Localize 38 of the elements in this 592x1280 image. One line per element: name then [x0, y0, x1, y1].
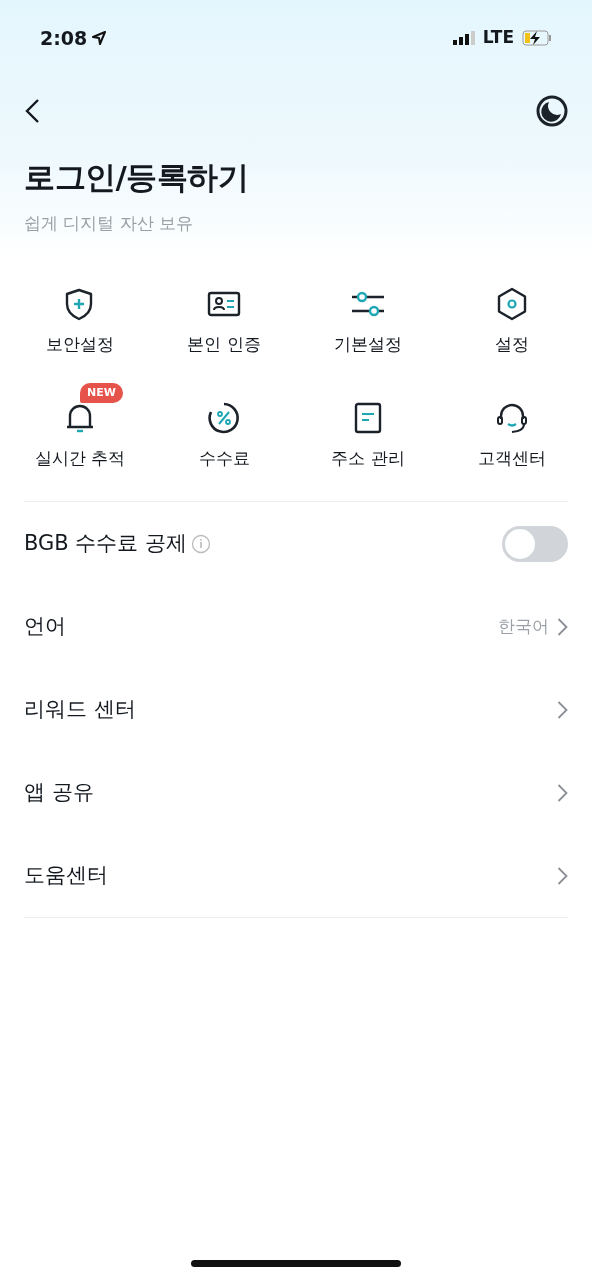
page-subtitle: 쉽게 디지털 자산 보유: [24, 211, 195, 235]
shortcut-button[interactable]: 보안설정: [8, 268, 152, 358]
shortcut-button[interactable]: 수수료: [152, 381, 296, 471]
battery-charging-icon: [522, 30, 552, 46]
signal-icon: [452, 31, 475, 45]
moon-icon[interactable]: [536, 95, 568, 127]
shortcut-label: 기본설정: [334, 333, 402, 356]
status-time: 2:08: [40, 25, 88, 51]
chevron-right-icon[interactable]: [557, 865, 568, 886]
info-icon[interactable]: [191, 533, 212, 554]
shortcut-label: 보안설정: [46, 333, 114, 356]
menu-label: 도움센터: [24, 861, 108, 889]
shortcut-label: 고객센터: [478, 446, 546, 470]
chevron-right-icon[interactable]: [557, 699, 568, 720]
toggle-switch[interactable]: [502, 525, 568, 562]
location-icon: [91, 30, 108, 46]
page-title: 로그인/등록하기: [24, 158, 250, 197]
chevron-right-icon[interactable]: [557, 616, 568, 637]
menu-label: 앱 공유: [24, 778, 94, 806]
menu-label: 리워드 센터: [24, 695, 136, 723]
shortcut-button[interactable]: 설정: [440, 268, 584, 358]
network-label: LTE: [482, 26, 514, 50]
new-badge: NEW: [80, 382, 123, 403]
shortcut-label: 본인 인증: [187, 333, 261, 356]
menu-value: 한국어: [498, 614, 549, 638]
shortcut-label: 수수료: [198, 446, 250, 470]
shortcut-label: 설정: [495, 333, 529, 356]
back-icon[interactable]: [24, 98, 40, 124]
chevron-right-icon[interactable]: [557, 782, 568, 803]
shortcut-button[interactable]: 기본설정: [296, 268, 440, 358]
shortcut-button[interactable]: NEW 실시간 추적: [8, 381, 152, 471]
shortcut-button[interactable]: 본인 인증: [152, 268, 296, 358]
shortcut-button[interactable]: 주소 관리: [296, 381, 440, 471]
menu-label: BGB 수수료 공제: [24, 529, 188, 557]
shortcut-label: 실시간 추적: [34, 446, 126, 470]
menu-label: 언어: [24, 612, 66, 640]
shortcut-button[interactable]: 고객센터: [440, 381, 584, 471]
shortcut-label: 주소 관리: [331, 446, 405, 470]
